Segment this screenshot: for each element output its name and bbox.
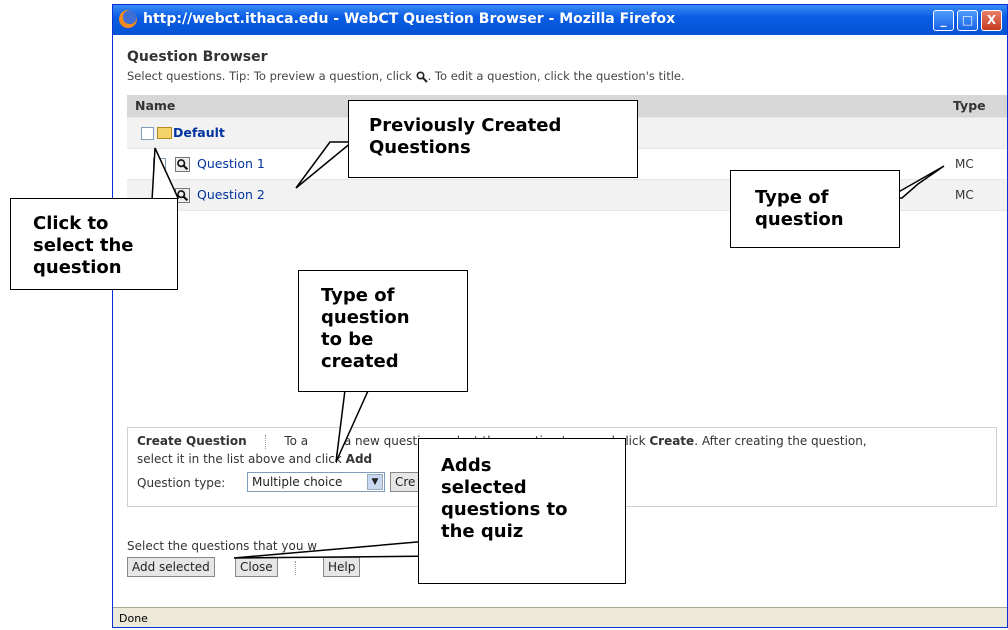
pointer-previously-created [295, 141, 355, 189]
callout-type-to-be-created: Type of question to be created [298, 270, 468, 392]
callout-line: Type of [755, 187, 829, 208]
callout-previously-created: Previously Created Questions [348, 100, 638, 178]
callout-line: created [321, 351, 399, 372]
callout-line: question [33, 257, 122, 278]
callout-line: questions to [441, 499, 568, 520]
callout-line: select the [33, 235, 134, 256]
callout-type-of-question: Type of question [730, 170, 900, 248]
callout-line: the quiz [441, 521, 524, 542]
callout-line: Click to [33, 213, 109, 234]
pointer-type-to-be-created [335, 381, 374, 463]
callout-line: question [755, 209, 844, 230]
callout-line: Questions [369, 137, 471, 158]
pointer-adds-selected [233, 539, 441, 559]
callout-line: selected [441, 477, 527, 498]
callout-line: question [321, 307, 410, 328]
callout-line: Adds [441, 455, 492, 476]
callout-line: Type of [321, 285, 395, 306]
callout-line: to be [321, 329, 374, 350]
callout-adds-selected: Adds selected questions to the quiz [418, 438, 626, 584]
callout-line: Previously Created [369, 115, 562, 136]
callout-click-to-select: Click to select the question [10, 198, 178, 290]
